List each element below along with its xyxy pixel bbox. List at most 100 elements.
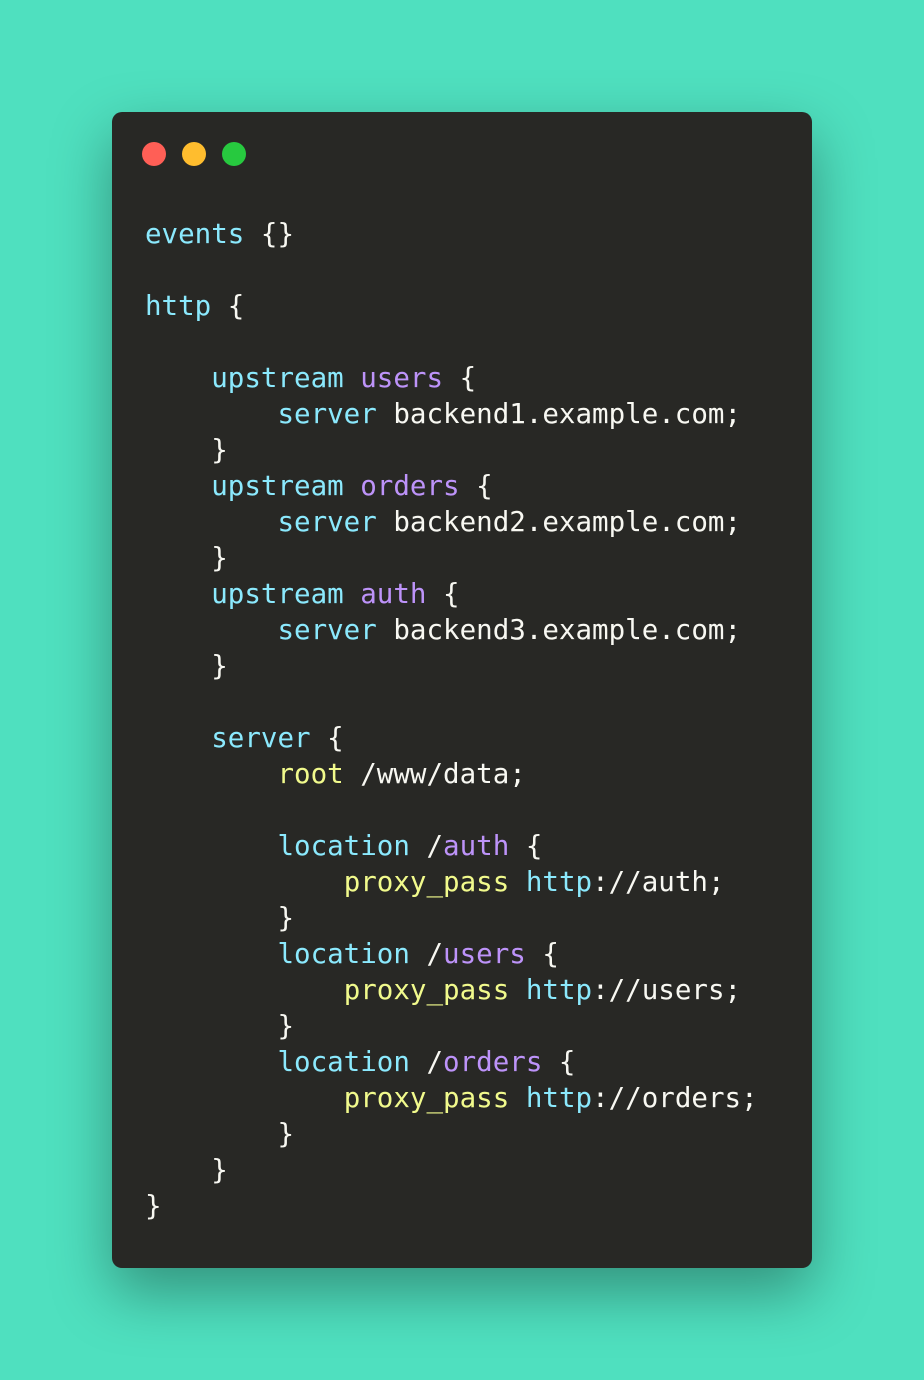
- code-token: backend1.example.com;: [376, 398, 742, 430]
- code-token: upstream: [211, 578, 344, 610]
- code-token: http: [525, 974, 593, 1006]
- code-token: ://auth;: [592, 866, 725, 898]
- code-line: root /www/data;: [145, 756, 758, 792]
- code-window: events {} http { upstream users { server …: [112, 112, 812, 1268]
- code-token: orders: [360, 470, 460, 502]
- code-token: }: [145, 1190, 162, 1222]
- code-token: /: [409, 938, 444, 970]
- code-line: }: [145, 432, 758, 468]
- code-token: {: [509, 830, 543, 862]
- code-token: }: [145, 1010, 295, 1042]
- code-token: backend3.example.com;: [376, 614, 742, 646]
- code-token: }: [145, 1118, 295, 1150]
- code-token: server: [277, 506, 377, 538]
- code-token: users: [443, 938, 526, 970]
- code-line: server backend1.example.com;: [145, 396, 758, 432]
- code-line: }: [145, 648, 758, 684]
- code-line: upstream orders {: [145, 468, 758, 504]
- code-line: server backend2.example.com;: [145, 504, 758, 540]
- code-token: {: [459, 470, 493, 502]
- code-token: events: [145, 218, 245, 250]
- code-token: users: [360, 362, 444, 394]
- minimize-button[interactable]: [182, 142, 206, 166]
- code-token: proxy_pass: [343, 866, 510, 898]
- code-token: server: [277, 398, 377, 430]
- code-token: {}: [244, 218, 295, 250]
- code-token: {: [426, 578, 460, 610]
- code-token: {: [310, 722, 344, 754]
- code-token: orders: [443, 1046, 543, 1078]
- code-token: auth: [360, 578, 427, 610]
- code-line: upstream auth {: [145, 576, 758, 612]
- code-token: ://orders;: [592, 1082, 758, 1114]
- code-line: proxy_pass http://users;: [145, 972, 758, 1008]
- code-token: upstream: [211, 470, 344, 502]
- code-line: }: [145, 1152, 758, 1188]
- maximize-button[interactable]: [222, 142, 246, 166]
- code-token: proxy_pass: [343, 1082, 510, 1114]
- code-token: proxy_pass: [343, 974, 510, 1006]
- code-token: {: [211, 290, 245, 322]
- code-token: }: [145, 542, 228, 574]
- code-line: proxy_pass http://auth;: [145, 864, 758, 900]
- code-token: http: [525, 866, 593, 898]
- code-token: {: [542, 1046, 576, 1078]
- code-line: location /auth {: [145, 828, 758, 864]
- code-line: server {: [145, 720, 758, 756]
- code-line: }: [145, 1116, 758, 1152]
- code-line: }: [145, 900, 758, 936]
- code-line: }: [145, 540, 758, 576]
- close-button[interactable]: [142, 142, 166, 166]
- code-line: upstream users {: [145, 360, 758, 396]
- code-token: /: [409, 830, 444, 862]
- code-token: /www/data;: [343, 758, 526, 790]
- code-token: /: [409, 1046, 444, 1078]
- code-token: http: [525, 1082, 593, 1114]
- code-line: events {}: [145, 216, 758, 252]
- code-line: http {: [145, 288, 758, 324]
- code-token: location: [277, 830, 410, 862]
- code-line: location /users {: [145, 936, 758, 972]
- code-token: {: [443, 362, 477, 394]
- code-token: root: [277, 758, 344, 790]
- code-token: }: [145, 902, 295, 934]
- code-token: location: [277, 938, 410, 970]
- code-token: ://users;: [592, 974, 742, 1006]
- code-line: location /orders {: [145, 1044, 758, 1080]
- window-controls: [142, 142, 246, 166]
- code-token: auth: [443, 830, 510, 862]
- code-line: }: [145, 1008, 758, 1044]
- code-token: server: [211, 722, 311, 754]
- code-token: http: [145, 290, 212, 322]
- code-line: server backend3.example.com;: [145, 612, 758, 648]
- code-block: events {} http { upstream users { server …: [145, 216, 758, 1224]
- code-token: }: [145, 1154, 228, 1186]
- code-token: location: [277, 1046, 410, 1078]
- code-token: {: [525, 938, 559, 970]
- code-line: }: [145, 1188, 758, 1224]
- code-line: proxy_pass http://orders;: [145, 1080, 758, 1116]
- code-token: }: [145, 434, 228, 466]
- code-token: }: [145, 650, 228, 682]
